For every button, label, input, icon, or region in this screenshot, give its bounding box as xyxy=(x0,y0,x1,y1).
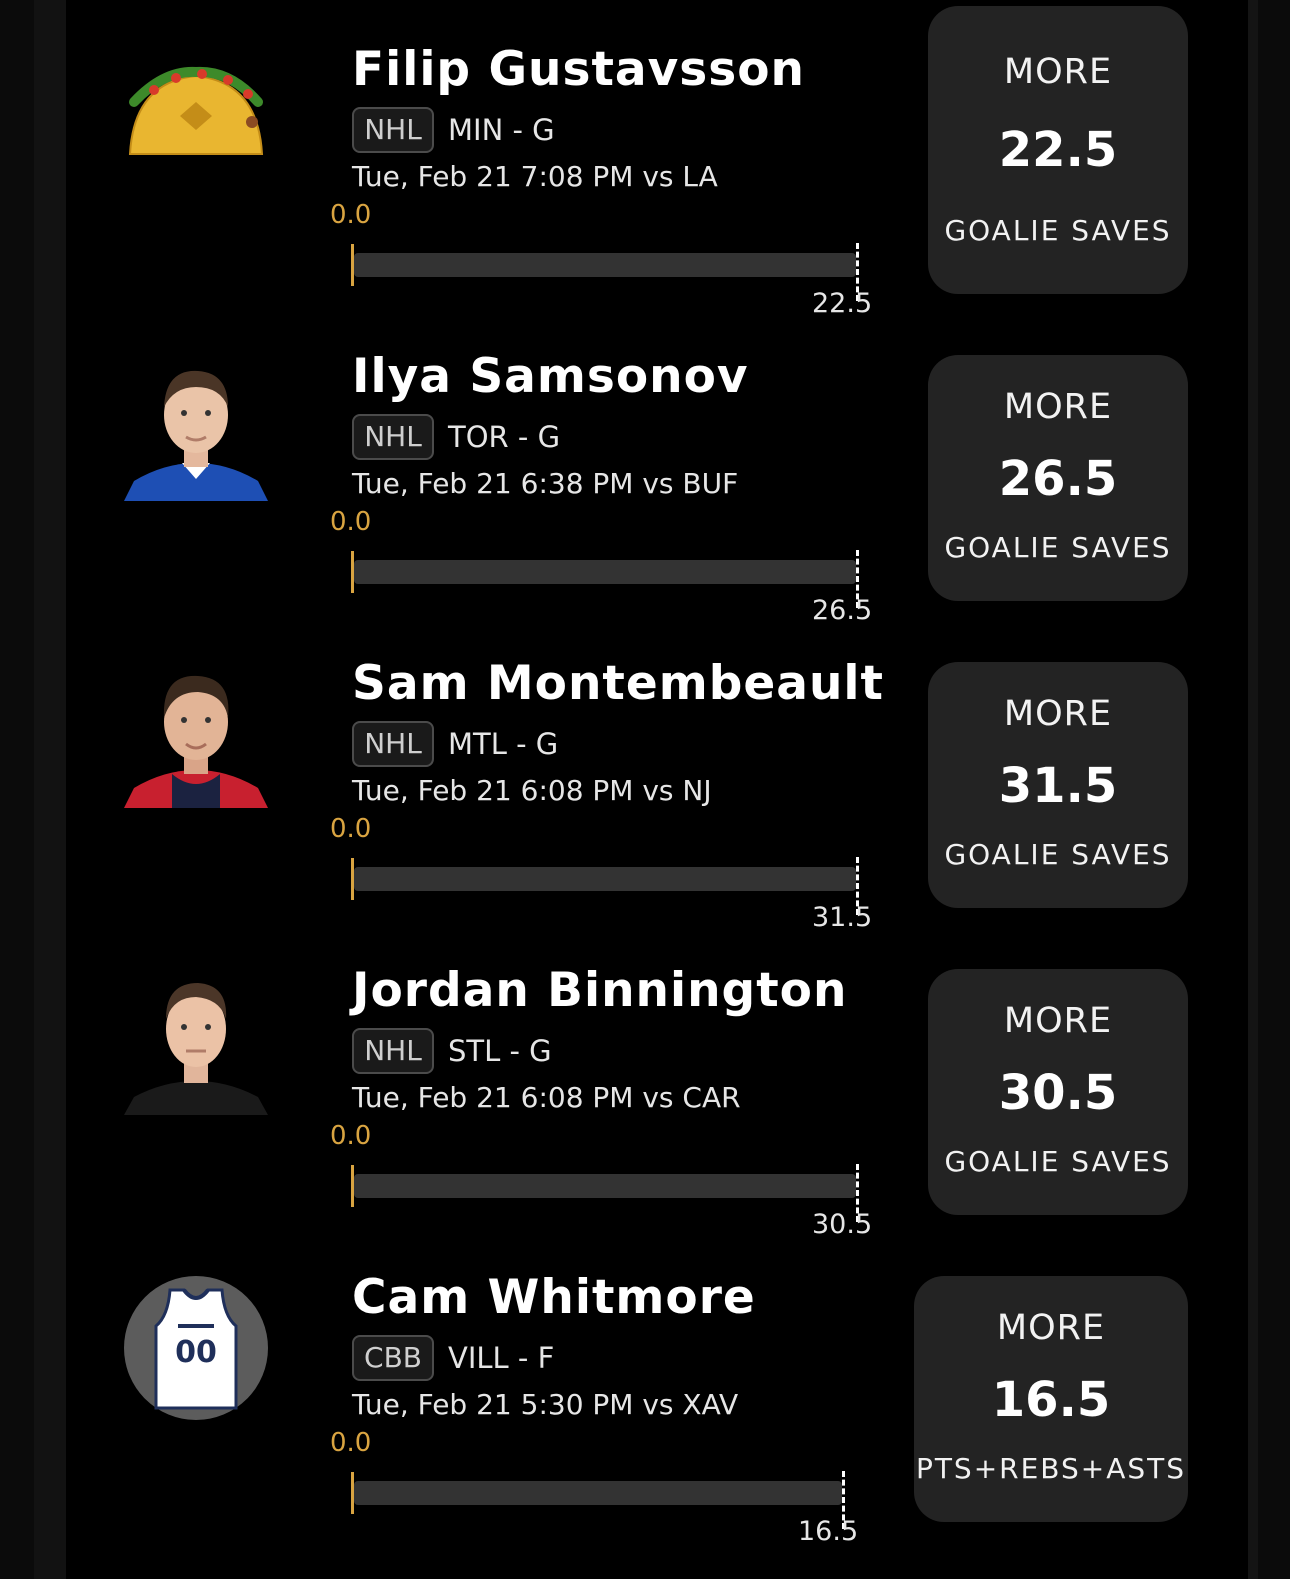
pick-stat-type: GOALIE SAVES xyxy=(944,838,1172,871)
current-stat-value: 0.0 xyxy=(330,200,372,230)
current-stat-value: 0.0 xyxy=(330,1121,372,1151)
pick-stat-type: GOALIE SAVES xyxy=(944,531,1172,564)
team-position: STL - G xyxy=(448,1034,552,1068)
game-time: Tue, Feb 21 6:08 PM vs CAR xyxy=(352,1081,741,1114)
pick-direction: MORE xyxy=(996,1308,1106,1348)
game-time: Tue, Feb 21 6:08 PM vs NJ xyxy=(352,774,712,807)
target-value: 16.5 xyxy=(798,1516,859,1547)
player-name: Filip Gustavsson xyxy=(352,42,805,97)
pick-direction: MORE xyxy=(1003,52,1113,92)
player-name: Sam Montembeault xyxy=(352,656,885,711)
progress-track xyxy=(354,1481,842,1505)
game-time: Tue, Feb 21 6:38 PM vs BUF xyxy=(352,467,739,500)
pick-card[interactable]: Ilya Samsonov NHL TOR - G Tue, Feb 21 6:… xyxy=(66,307,1248,626)
player-name: Cam Whitmore xyxy=(352,1270,756,1325)
pick-card[interactable]: Filip Gustavsson NHL MIN - G Tue, Feb 21… xyxy=(66,0,1248,319)
pick-stat-type: PTS+REBS+ASTS xyxy=(915,1452,1187,1485)
team-position: TOR - G xyxy=(448,420,561,454)
pick-button[interactable]: MORE 22.5 GOALIE SAVES xyxy=(928,6,1188,294)
progress-track xyxy=(354,867,856,891)
pick-stat-type: GOALIE SAVES xyxy=(944,1145,1172,1178)
pick-button[interactable]: MORE 16.5 PTS+REBS+ASTS xyxy=(914,1276,1188,1522)
progress-track xyxy=(354,560,856,584)
pick-button[interactable]: MORE 30.5 GOALIE SAVES xyxy=(928,969,1188,1215)
pick-card[interactable]: Sam Montembeault NHL MTL - G Tue, Feb 21… xyxy=(66,614,1248,933)
league-badge: CBB xyxy=(352,1335,434,1381)
player-headshot xyxy=(124,664,268,808)
league-badge: NHL xyxy=(352,414,434,460)
current-stat-value: 0.0 xyxy=(330,1428,372,1458)
progress-track xyxy=(354,1174,856,1198)
pick-card[interactable]: Jordan Binnington NHL STL - G Tue, Feb 2… xyxy=(66,921,1248,1240)
player-headshot xyxy=(124,357,268,501)
pick-line-value: 26.5 xyxy=(998,451,1118,507)
player-name: Ilya Samsonov xyxy=(352,349,749,404)
player-name: Jordan Binnington xyxy=(352,963,848,1018)
pick-line-value: 22.5 xyxy=(998,122,1118,178)
current-stat-value: 0.0 xyxy=(330,507,372,537)
game-time: Tue, Feb 21 7:08 PM vs LA xyxy=(352,160,718,193)
pick-direction: MORE xyxy=(1003,694,1113,734)
league-badge: NHL xyxy=(352,1028,434,1074)
picks-list: Filip Gustavsson NHL MIN - G Tue, Feb 21… xyxy=(66,0,1248,1579)
progress-track xyxy=(354,253,856,277)
league-badge: NHL xyxy=(352,107,434,153)
player-headshot xyxy=(124,971,268,1115)
screen-edge-left xyxy=(0,0,66,1579)
current-stat-value: 0.0 xyxy=(330,814,372,844)
pick-line-value: 31.5 xyxy=(998,758,1118,814)
pick-card[interactable]: 00 Cam Whitmore CBB VILL - F Tue, Feb 21… xyxy=(66,1228,1248,1579)
pick-button[interactable]: MORE 31.5 GOALIE SAVES xyxy=(928,662,1188,908)
team-position: MIN - G xyxy=(448,113,555,147)
pick-direction: MORE xyxy=(1003,387,1113,427)
taco-icon xyxy=(124,62,268,206)
jersey-icon: 00 xyxy=(124,1276,268,1420)
pick-stat-type: GOALIE SAVES xyxy=(944,214,1172,247)
game-time: Tue, Feb 21 5:30 PM vs XAV xyxy=(352,1388,739,1421)
team-position: MTL - G xyxy=(448,727,559,761)
screen-edge-right xyxy=(1248,0,1290,1579)
pick-line-value: 30.5 xyxy=(998,1065,1118,1121)
jersey-number: 00 xyxy=(175,1335,217,1370)
pick-button[interactable]: MORE 26.5 GOALIE SAVES xyxy=(928,355,1188,601)
pick-direction: MORE xyxy=(1003,1001,1113,1041)
pick-line-value: 16.5 xyxy=(991,1372,1111,1428)
team-position: VILL - F xyxy=(448,1341,555,1375)
league-badge: NHL xyxy=(352,721,434,767)
